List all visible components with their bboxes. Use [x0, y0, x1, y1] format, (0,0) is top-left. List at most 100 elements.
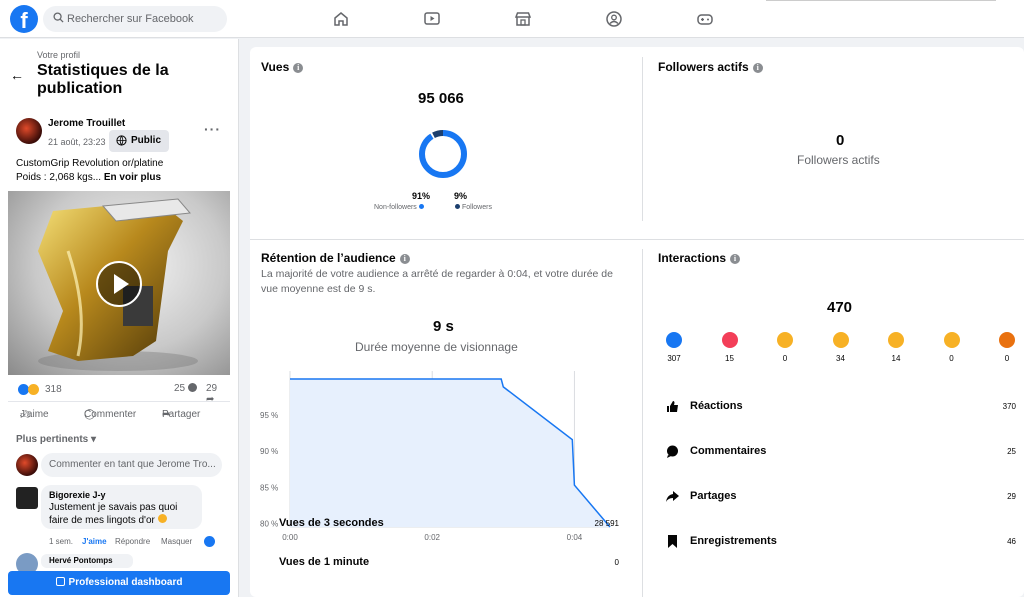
play-button[interactable] — [96, 261, 142, 307]
row-label: Réactions — [690, 400, 743, 412]
active-followers-label: Followers actifs — [797, 153, 880, 167]
info-icon[interactable]: i — [752, 63, 763, 73]
topbar-edge — [766, 0, 996, 1]
retention-title-text: Rétention de l’audience — [261, 251, 396, 265]
nonfollowers-dot — [418, 204, 424, 209]
comment-count-value: 25 — [174, 383, 186, 394]
followers-legend: Followers — [455, 204, 492, 211]
sad-icon — [943, 332, 960, 348]
play-icon — [114, 274, 129, 294]
haha-icon — [832, 332, 849, 348]
y-tick-label: 85 % — [260, 483, 278, 492]
info-icon[interactable]: i — [293, 63, 304, 73]
share-arrow-icon: ➦ — [206, 394, 215, 405]
gaming-icon[interactable] — [696, 10, 714, 28]
professional-dashboard-button[interactable]: Professional dashboard — [8, 571, 230, 595]
comment-bubble: Bigorexie J-y Justement je savais pas qu… — [41, 485, 202, 529]
nonfollowers-legend: Non-followers — [374, 204, 424, 211]
comment-label: Commenter — [84, 409, 137, 420]
retention-title: Rétention de l’audience i — [261, 251, 410, 265]
active-followers-title-text: Followers actifs — [658, 60, 749, 74]
laughing-emoji-icon — [157, 514, 167, 523]
care-icon — [777, 332, 793, 348]
home-icon[interactable] — [332, 10, 350, 28]
horizontal-divider — [250, 239, 1024, 240]
retention-row-1min: Vues de 1 minute 0 — [279, 556, 619, 568]
video-icon[interactable] — [423, 10, 441, 28]
x-tick-label: 0:04 — [567, 533, 583, 542]
sort-comments-dropdown[interactable]: Plus pertinents ▾ — [16, 434, 96, 445]
post-text: CustomGrip Revolution or/platine Poids :… — [16, 157, 226, 185]
comment-author[interactable]: Bigorexie J-y — [49, 490, 194, 500]
y-tick-label: 90 % — [260, 447, 278, 456]
row-label: Vues de 3 secondes — [279, 517, 384, 529]
vertical-divider — [642, 249, 643, 597]
audience-button[interactable]: Public — [109, 130, 170, 152]
share-count-value: 29 — [206, 383, 218, 394]
avatar[interactable] — [16, 454, 38, 476]
post-author[interactable]: Jerome Trouillet — [48, 118, 125, 129]
followers-pct: 9% — [454, 191, 468, 201]
reaction-count: 34 — [836, 354, 845, 363]
search-input[interactable]: Rechercher sur Facebook — [43, 6, 227, 32]
views-title: Vues i — [261, 60, 304, 74]
retention-description: La majorité de votre audience a arrêté d… — [261, 268, 613, 295]
comment-count[interactable]: 25 — [174, 383, 197, 394]
facebook-logo[interactable]: f — [10, 5, 38, 33]
marketplace-icon[interactable] — [514, 10, 532, 28]
views-donut-chart — [419, 130, 467, 178]
profile-label: Votre profil — [37, 50, 81, 60]
post-date[interactable]: 21 août, 23:23 · — [48, 137, 111, 147]
comment-text: Justement je savais pas quoi faire de me… — [49, 502, 194, 527]
thumb-icon — [666, 400, 679, 416]
comment-input[interactable]: Commenter en tant que Jerome Tro... — [41, 453, 222, 477]
search-icon — [53, 12, 64, 23]
row-value: 29 — [1007, 492, 1016, 501]
followers-label: Followers — [462, 204, 492, 211]
bookmark-icon — [667, 535, 678, 551]
page-title: Statistiques de la publication — [37, 62, 169, 97]
info-icon[interactable]: i — [730, 254, 741, 264]
avg-watch-time: 9 s — [433, 318, 454, 335]
nonfollowers-arc — [419, 130, 467, 178]
dashboard-icon — [55, 577, 65, 586]
pro-dashboard-label: Professional dashboard — [68, 577, 183, 588]
comment-icon — [666, 445, 679, 461]
reaction-summary[interactable]: 318 25 29 ➦ — [16, 383, 226, 405]
groups-icon[interactable] — [605, 10, 623, 28]
comment-age[interactable]: 1 sem. — [49, 537, 73, 546]
commenter-avatar[interactable] — [16, 487, 38, 509]
row-label: Enregistrements — [690, 535, 777, 547]
x-tick-label: 0:00 — [282, 533, 298, 542]
next-comment-author[interactable]: Hervé Pontomps — [41, 554, 133, 568]
retention-area — [290, 379, 610, 527]
caret-down-icon: ▾ — [91, 434, 97, 445]
haha-icon — [28, 384, 39, 395]
like-icon — [204, 536, 215, 547]
post-text-line2: Poids : 2,068 kgs... — [16, 172, 102, 183]
statistics-panel: Vues i 95 066 91% 9% Non-followers Follow… — [250, 47, 1024, 597]
share-label: Partager — [162, 409, 201, 420]
avg-watch-label: Durée moyenne de visionnage — [355, 340, 518, 354]
views-total: 95 066 — [418, 90, 464, 107]
see-more-link[interactable]: En voir plus — [104, 172, 161, 183]
post-video[interactable] — [8, 191, 230, 375]
row-value: 370 — [1002, 402, 1016, 411]
nonfollowers-pct: 91% — [412, 191, 431, 201]
comment-like-link[interactable]: J'aime — [82, 537, 107, 546]
back-arrow-icon[interactable]: ← — [10, 67, 24, 83]
followers-dot — [455, 204, 460, 209]
row-value: 28 591 — [594, 519, 619, 528]
row-label: Commentaires — [690, 445, 767, 457]
audience-label: Public — [131, 135, 162, 146]
comment-hide-link[interactable]: Masquer — [161, 537, 192, 546]
y-tick-label: 80 % — [260, 519, 278, 528]
angry-icon — [999, 332, 1015, 348]
divider — [8, 401, 230, 402]
more-options-icon[interactable]: ··· — [204, 121, 221, 137]
reaction-count: 318 — [45, 384, 62, 395]
share-icon — [666, 490, 679, 506]
avatar[interactable] — [16, 118, 42, 144]
comment-reply-link[interactable]: Répondre — [115, 537, 150, 546]
info-icon[interactable]: i — [399, 254, 410, 264]
